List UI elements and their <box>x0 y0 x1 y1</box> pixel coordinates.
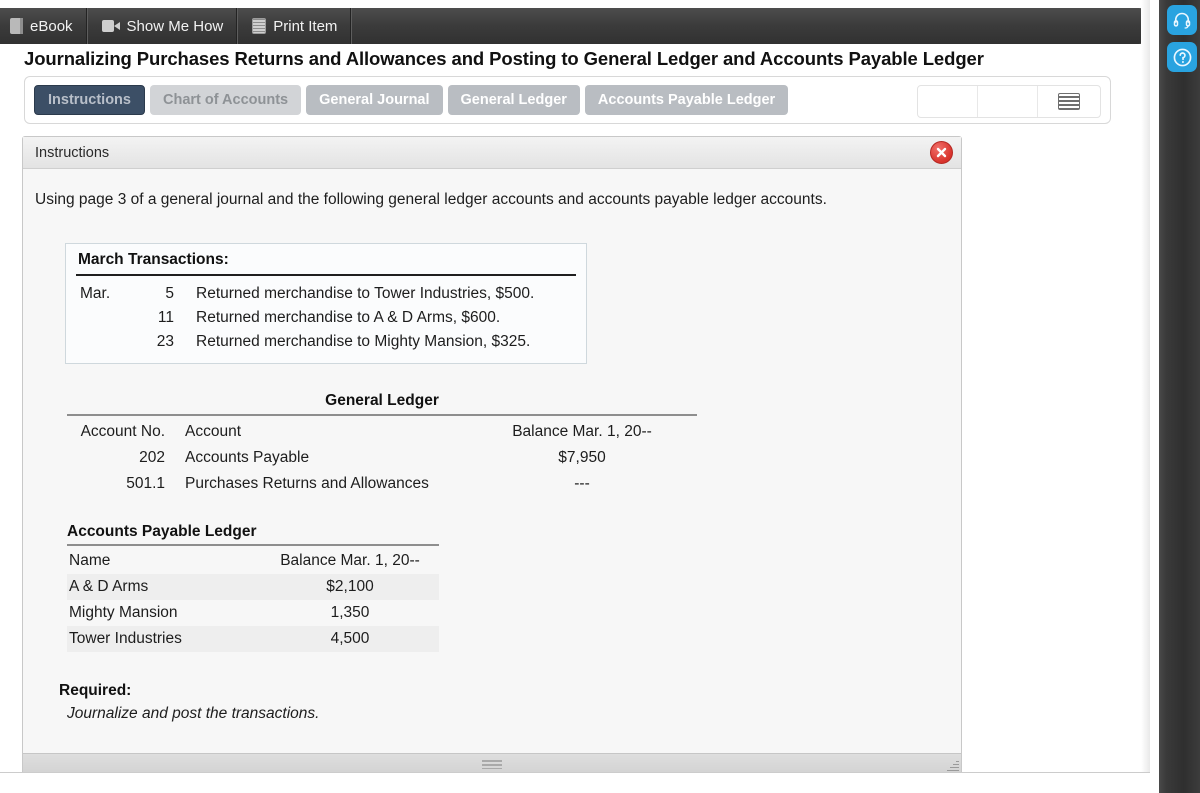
required-text: Journalize and post the transactions. <box>67 705 320 722</box>
tool-button-menu[interactable] <box>1038 86 1100 117</box>
panel-title: Instructions <box>35 144 110 161</box>
right-rail <box>1159 0 1200 793</box>
table-row: 501.1 Purchases Returns and Allowances -… <box>67 471 697 497</box>
panel-header: Instructions <box>23 137 961 169</box>
transaction-month <box>66 306 128 330</box>
required-section: Required: Journalize and post the transa… <box>59 682 961 723</box>
column-header-account-no: Account No. <box>80 423 165 440</box>
account-balance: --- <box>574 475 590 492</box>
tab-strip: Instructions Chart of Accounts General J… <box>24 76 1111 124</box>
instructions-panel: Instructions Using page 3 of a general j… <box>22 136 962 776</box>
divider <box>76 274 576 276</box>
table-row: A & D Arms $2,100 <box>67 574 439 600</box>
screen: eBook Show Me How Print Item Journalizin… <box>0 0 1200 793</box>
vendor-name: Tower Industries <box>69 630 182 647</box>
vendor-name: A & D Arms <box>69 578 149 595</box>
vendor-balance: 1,350 <box>330 604 370 621</box>
headset-icon <box>1173 12 1191 29</box>
account-name: Purchases Returns and Allowances <box>185 475 429 492</box>
table-header-row: Account No. Account Balance Mar. 1, 20-- <box>67 419 697 445</box>
vendor-balance: 4,500 <box>330 630 370 647</box>
accounts-payable-ledger-table: Name Balance Mar. 1, 20-- A & D Arms $2,… <box>67 548 439 652</box>
toolbar-item-print-label: Print Item <box>273 17 338 35</box>
table-row: Tower Industries 4,500 <box>67 626 439 652</box>
transaction-description: Returned merchandise to Tower Industries… <box>196 285 535 302</box>
transaction-day: 5 <box>165 285 174 302</box>
vendor-name: Mighty Mansion <box>69 604 178 621</box>
app-window: eBook Show Me How Print Item Journalizin… <box>0 0 1150 780</box>
divider <box>67 544 439 546</box>
account-name: Accounts Payable <box>185 449 310 466</box>
transaction-month: Mar. <box>80 285 111 302</box>
print-icon <box>252 18 267 34</box>
column-header-balance: Balance Mar. 1, 20-- <box>512 423 652 440</box>
march-transactions-box: March Transactions: Mar. 5 Returned merc… <box>65 243 587 364</box>
transaction-description: Returned merchandise to Mighty Mansion, … <box>196 333 531 350</box>
general-ledger-title: General Ledger <box>325 392 439 409</box>
tab-general-journal[interactable]: General Journal <box>306 85 443 115</box>
window-bottom-chrome <box>0 772 1150 780</box>
top-toolbar: eBook Show Me How Print Item <box>0 8 1148 44</box>
tab-general-ledger[interactable]: General Ledger <box>447 85 580 115</box>
required-title: Required: <box>59 682 132 699</box>
table-row: Mar. 5 Returned merchandise to Tower Ind… <box>66 282 586 306</box>
transaction-day: 11 <box>157 309 174 326</box>
toolbar-item-print[interactable]: Print Item <box>238 8 353 44</box>
table-header-row: Name Balance Mar. 1, 20-- <box>67 548 439 574</box>
march-transactions-title: March Transactions: <box>78 251 229 268</box>
table-row: 11 Returned merchandise to A & D Arms, $… <box>66 306 586 330</box>
panel-body: Using page 3 of a general journal and th… <box>23 169 961 753</box>
account-no: 501.1 <box>126 475 165 492</box>
book-icon <box>10 18 23 34</box>
table-row: Mighty Mansion 1,350 <box>67 600 439 626</box>
accounts-payable-ledger-title: Accounts Payable Ledger <box>67 523 257 540</box>
close-icon[interactable] <box>930 141 953 164</box>
tool-button-1[interactable] <box>918 86 978 117</box>
drag-grip-handle[interactable] <box>482 760 502 769</box>
general-ledger-table: Account No. Account Balance Mar. 1, 20--… <box>67 419 697 497</box>
window-right-edge <box>1141 0 1150 780</box>
account-balance: $7,950 <box>558 449 606 466</box>
account-no: 202 <box>139 449 165 466</box>
page-title: Journalizing Purchases Returns and Allow… <box>24 48 984 69</box>
toolbar-item-ebook-label: eBook <box>30 17 73 35</box>
support-button[interactable] <box>1167 5 1197 35</box>
list-menu-icon <box>1058 93 1080 110</box>
divider <box>67 414 697 416</box>
table-row: 202 Accounts Payable $7,950 <box>67 445 697 471</box>
toolbar-item-ebook[interactable]: eBook <box>0 8 88 44</box>
transaction-month <box>66 330 128 354</box>
transaction-description: Returned merchandise to A & D Arms, $600… <box>196 309 501 326</box>
toolbar-item-show-me-how[interactable]: Show Me How <box>88 8 239 44</box>
tab-accounts-payable-ledger[interactable]: Accounts Payable Ledger <box>584 85 789 115</box>
column-header-balance: Balance Mar. 1, 20-- <box>280 552 420 569</box>
accounts-payable-ledger-section: Accounts Payable Ledger Name Balance Mar… <box>67 523 439 652</box>
table-row: 23 Returned merchandise to Mighty Mansio… <box>66 330 586 354</box>
tool-button-2[interactable] <box>978 86 1038 117</box>
tab-strip-tools <box>917 85 1101 118</box>
resize-handle[interactable] <box>945 759 959 773</box>
transaction-day: 23 <box>156 333 174 350</box>
tab-instructions[interactable]: Instructions <box>34 85 145 115</box>
help-icon <box>1173 48 1191 66</box>
march-transactions-table: Mar. 5 Returned merchandise to Tower Ind… <box>66 282 586 354</box>
vendor-balance: $2,100 <box>326 578 374 595</box>
tab-chart-of-accounts[interactable]: Chart of Accounts <box>149 85 302 115</box>
instructions-lead-text: Using page 3 of a general journal and th… <box>35 191 827 208</box>
general-ledger-section: General Ledger Account No. Account Balan… <box>67 392 697 497</box>
help-button[interactable] <box>1167 42 1197 72</box>
column-header-account: Account <box>185 423 242 440</box>
column-header-name: Name <box>69 552 111 569</box>
video-icon <box>101 20 120 32</box>
toolbar-item-show-me-how-label: Show Me How <box>126 17 224 35</box>
